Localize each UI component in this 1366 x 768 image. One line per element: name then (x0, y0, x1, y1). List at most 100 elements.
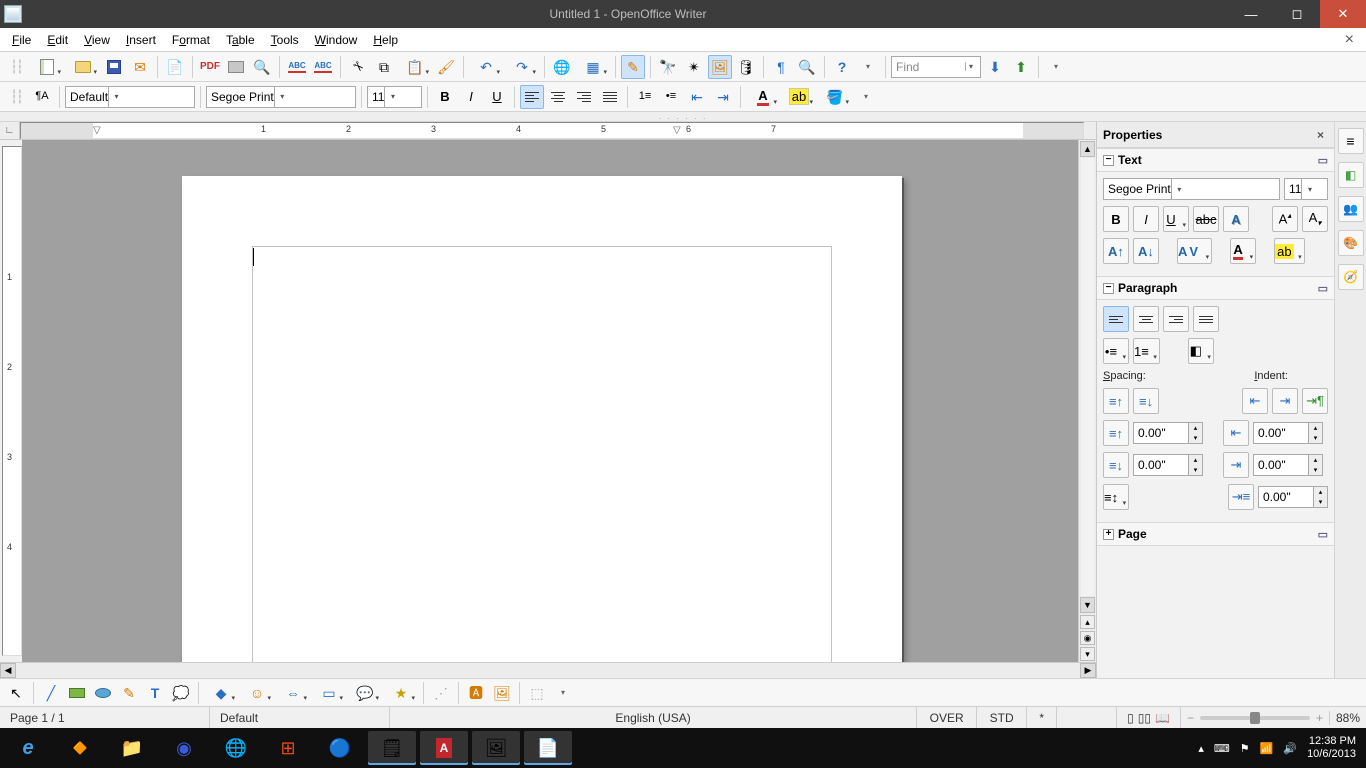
horizontal-scrollbar[interactable]: ◀ ▶ (0, 662, 1096, 678)
export-pdf-button[interactable]: PDF (198, 55, 222, 79)
status-insert-mode[interactable]: OVER (917, 707, 977, 728)
points-edit-button[interactable]: ⋰ (429, 681, 453, 705)
sidebar-navigator-tab[interactable]: 🧭 (1338, 264, 1364, 290)
scroll-track[interactable] (1081, 158, 1094, 596)
toolbar-overflow-button[interactable]: ▾ (854, 85, 878, 109)
fontwork-button[interactable]: 🅰 (464, 681, 488, 705)
callout-tool-button[interactable]: 💭 (169, 681, 193, 705)
status-style[interactable]: Default (210, 707, 390, 728)
align-center-button[interactable] (546, 85, 570, 109)
section-menu-icon[interactable]: ▭ (1318, 282, 1328, 295)
print-button[interactable] (224, 55, 248, 79)
decrease-indent-button[interactable]: ⇤ (1242, 388, 1268, 414)
panel-strike-button[interactable]: abc (1193, 206, 1219, 232)
autospell-button[interactable]: ABC (311, 55, 335, 79)
menu-tools[interactable]: Tools (263, 30, 307, 50)
ellipse-tool-button[interactable] (91, 681, 115, 705)
scroll-left-button[interactable]: ◀ (0, 663, 16, 678)
panel-font-name-combo[interactable]: Segoe Print ▾ (1103, 178, 1280, 200)
panel-align-left-button[interactable] (1103, 306, 1129, 332)
align-justify-button[interactable] (598, 85, 622, 109)
window-close-button[interactable]: ✕ (1320, 0, 1366, 28)
panel-char-spacing-button[interactable]: AV (1177, 238, 1212, 264)
open-button[interactable] (66, 55, 100, 79)
section-text-header[interactable]: − Text ▭ (1097, 148, 1334, 172)
taskbar-chrome-button[interactable]: 🔵 (316, 731, 364, 765)
basic-shapes-button[interactable]: ◆ (204, 681, 238, 705)
rectangle-tool-button[interactable] (65, 681, 89, 705)
find-prev-button[interactable]: ⬇ (983, 55, 1007, 79)
prev-page-nav-button[interactable]: ▴ (1080, 615, 1095, 629)
scroll-up-button[interactable]: ▲ (1080, 141, 1095, 157)
vertical-ruler[interactable]: 1 2 3 4 (2, 146, 22, 656)
toolbar-grip[interactable]: ┆┆ (4, 85, 28, 109)
save-button[interactable] (102, 55, 126, 79)
paste-button[interactable]: 📋 (398, 55, 432, 79)
flowchart-button[interactable]: ▭ (312, 681, 346, 705)
menu-table[interactable]: Table (218, 30, 263, 50)
print-preview-button[interactable]: 🔍 (250, 55, 274, 79)
taskbar-clock[interactable]: 12:38 PM 10/6/2013 (1307, 735, 1356, 760)
volume-icon[interactable]: 🔊 (1283, 742, 1297, 755)
taskbar-office-button[interactable]: ⊞ (264, 731, 312, 765)
show-draw-functions-button[interactable]: ✎ (621, 55, 645, 79)
document-close-button[interactable]: × (1337, 31, 1362, 49)
zoom-in-button[interactable]: + (1316, 711, 1323, 725)
format-paintbrush-button[interactable]: 🖌 (434, 55, 458, 79)
taskbar-app3-button[interactable]: 🌐 (212, 731, 260, 765)
sidebar-properties-tab[interactable]: ◧ (1338, 162, 1364, 188)
toolbar-overflow-button[interactable]: ▾ (1044, 55, 1068, 79)
cut-button[interactable]: ✂ (346, 55, 370, 79)
font-size-combo[interactable]: 11 ▾ (367, 86, 422, 108)
font-color-button[interactable]: A (746, 85, 780, 109)
symbol-shapes-button[interactable]: ☺ (240, 681, 274, 705)
toolbar-overflow-button[interactable]: ▾ (551, 681, 575, 705)
status-language[interactable]: English (USA) (390, 707, 917, 728)
align-right-button[interactable] (572, 85, 596, 109)
sidebar-styles-tab[interactable]: 👥 (1338, 196, 1364, 222)
window-minimize-button[interactable]: — (1228, 0, 1274, 28)
panel-subscript-button[interactable]: A▾ (1302, 206, 1328, 232)
nonprinting-chars-button[interactable]: ¶ (769, 55, 793, 79)
taskbar-photos-button[interactable]: 🖼 (472, 731, 520, 765)
status-signature[interactable] (1057, 707, 1117, 728)
scroll-track[interactable] (16, 663, 1080, 678)
panel-shadow-button[interactable]: A (1223, 206, 1249, 232)
extrusion-button[interactable]: ⬚ (525, 681, 549, 705)
insert-table-button[interactable]: ▦ (576, 55, 610, 79)
italic-button[interactable]: I (459, 85, 483, 109)
panel-bold-button[interactable]: B (1103, 206, 1129, 232)
zoom-out-button[interactable]: − (1187, 711, 1194, 725)
highlight-button[interactable]: ab (782, 85, 816, 109)
page-viewport[interactable] (22, 140, 1078, 662)
zoom-slider[interactable] (1200, 716, 1310, 720)
menu-help[interactable]: Help (365, 30, 406, 50)
taskbar-notes-button[interactable]: 🗒 (368, 731, 416, 765)
find-next-button[interactable]: ⬆ (1009, 55, 1033, 79)
taskbar-acrobat-button[interactable]: A (420, 731, 468, 765)
data-sources-button[interactable]: 🛢 (734, 55, 758, 79)
status-page[interactable]: Page 1 / 1 (0, 707, 210, 728)
toolbar-dock-strip[interactable]: · · · · · · (0, 112, 1366, 122)
zoom-button[interactable]: 🔍 (795, 55, 819, 79)
panel-font-size-combo[interactable]: 11 ▾ (1284, 178, 1328, 200)
panel-numbered-list-button[interactable]: 1≡ (1133, 338, 1160, 364)
undo-button[interactable]: ↶ (469, 55, 503, 79)
redo-button[interactable]: ↷ (505, 55, 539, 79)
email-button[interactable]: ✉ (128, 55, 152, 79)
panel-underline-button[interactable]: U (1163, 206, 1189, 232)
text-tool-button[interactable]: T (143, 681, 167, 705)
decrease-spacing-button[interactable]: ≡↓ (1133, 388, 1159, 414)
find-toolbar-input[interactable]: Find ▾ (891, 56, 981, 78)
block-arrows-button[interactable]: ⇔ (276, 681, 310, 705)
hanging-indent-button[interactable]: ⇥¶ (1302, 388, 1328, 414)
find-replace-button[interactable]: 🔭 (656, 55, 680, 79)
text-frame[interactable] (252, 246, 832, 662)
sidebar-settings-button[interactable]: ≡ (1338, 128, 1364, 154)
next-page-nav-button[interactable]: ▾ (1080, 647, 1095, 661)
line-spacing-button[interactable]: ≡↕ (1103, 484, 1129, 510)
scroll-down-button[interactable]: ▼ (1080, 597, 1095, 613)
section-menu-icon[interactable]: ▭ (1318, 528, 1328, 541)
styles-window-button[interactable]: ¶A (30, 85, 54, 109)
menu-format[interactable]: Format (164, 30, 218, 50)
